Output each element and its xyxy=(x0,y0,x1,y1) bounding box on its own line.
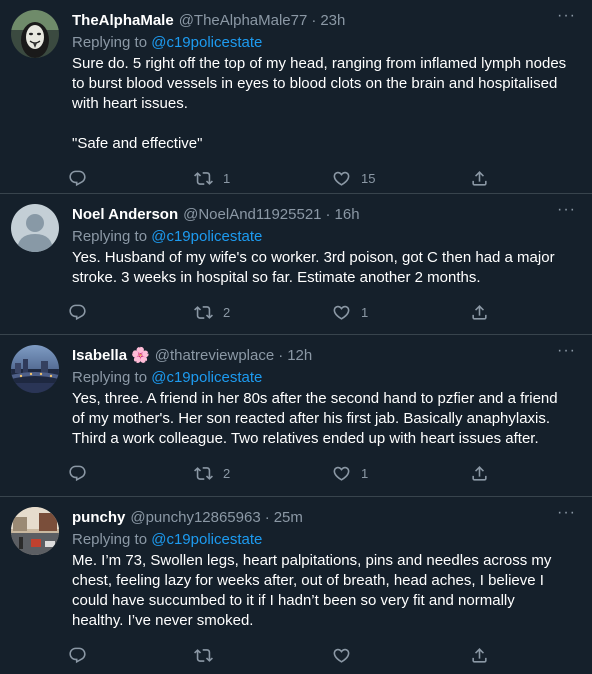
tweet-actions: 2 1 xyxy=(68,455,498,491)
more-options-icon[interactable]: ··· xyxy=(557,343,576,359)
tweet[interactable]: Isabella 🌸 @thatreviewplace · 12h ··· Re… xyxy=(0,335,592,497)
reply-icon xyxy=(69,465,86,481)
retweet-button[interactable]: 2 xyxy=(194,464,332,483)
share-icon xyxy=(472,170,487,186)
more-options-icon[interactable]: ··· xyxy=(557,8,576,24)
tweet-text: Yes. Husband of my wife's co worker. 3rd… xyxy=(72,249,559,286)
more-options-icon[interactable]: ··· xyxy=(557,202,576,218)
share-button[interactable] xyxy=(470,646,498,665)
retweet-count: 2 xyxy=(223,304,231,320)
separator-dot: · xyxy=(264,508,270,526)
more-options-icon[interactable]: ··· xyxy=(557,505,576,521)
share-button[interactable] xyxy=(470,464,498,483)
retweet-icon xyxy=(194,305,213,319)
author-name[interactable]: Noel Anderson xyxy=(72,206,178,223)
like-count: 1 xyxy=(361,465,369,481)
like-count: 1 xyxy=(361,304,369,320)
reply-icon xyxy=(69,647,86,663)
retweet-count: 2 xyxy=(223,465,231,481)
city-night-avatar[interactable] xyxy=(11,345,59,393)
reply-button[interactable] xyxy=(68,169,194,188)
reply-icon xyxy=(69,304,86,320)
replying-to-label: Replying to xyxy=(72,34,152,51)
timestamp[interactable]: 23h xyxy=(320,12,345,29)
share-icon xyxy=(472,647,487,663)
flower-emoji: 🌸 xyxy=(131,347,150,364)
mention-link[interactable]: @c19policestate xyxy=(151,369,262,386)
reply-button[interactable] xyxy=(68,464,194,483)
like-button[interactable]: 1 xyxy=(332,464,470,483)
share-button[interactable] xyxy=(470,303,498,322)
retweet-icon xyxy=(194,171,213,185)
author-handle[interactable]: @punchy12865963 xyxy=(130,509,260,526)
replying-to-label: Replying to xyxy=(72,228,152,245)
heart-icon xyxy=(333,466,350,481)
tweet-text: Sure do. 5 right off the top of my head,… xyxy=(72,55,567,152)
like-count: 15 xyxy=(361,170,376,186)
separator-dot: · xyxy=(311,11,317,29)
replying-to-label: Replying to xyxy=(72,531,152,548)
tweet-text: Yes, three. A friend in her 80s after th… xyxy=(72,390,562,447)
tweet-text: Me. I’m 73, Swollen legs, heart palpitat… xyxy=(72,552,556,629)
author-name[interactable]: Isabella xyxy=(72,347,127,364)
retweet-button[interactable]: 1 xyxy=(194,169,332,188)
reply-icon xyxy=(69,170,86,186)
tweet[interactable]: Noel Anderson @NoelAnd11925521 · 16h ···… xyxy=(0,194,592,335)
share-button[interactable] xyxy=(470,169,498,188)
mention-link[interactable]: @c19policestate xyxy=(151,228,262,245)
tweet-actions: 1 15 xyxy=(68,160,498,196)
heart-icon xyxy=(333,305,350,320)
replying-to: Replying to @c19policestate xyxy=(72,227,576,246)
masked-face-avatar[interactable] xyxy=(11,10,59,58)
tweet[interactable]: TheAlphaMale @TheAlphaMale77 · 23h ··· R… xyxy=(0,0,592,194)
retweet-icon xyxy=(194,648,213,662)
author-handle[interactable]: @TheAlphaMale77 xyxy=(179,12,308,29)
retweet-icon xyxy=(194,466,213,480)
heart-icon xyxy=(333,648,350,663)
reply-button[interactable] xyxy=(68,303,194,322)
street-scene-avatar[interactable] xyxy=(11,507,59,555)
like-button[interactable] xyxy=(332,646,470,665)
author-name[interactable]: TheAlphaMale xyxy=(72,12,174,29)
retweet-count: 1 xyxy=(223,170,231,186)
timestamp[interactable]: 16h xyxy=(335,206,360,223)
replying-to: Replying to @c19policestate xyxy=(72,368,576,387)
separator-dot: · xyxy=(278,346,284,364)
mention-link[interactable]: @c19policestate xyxy=(151,34,262,51)
replying-to-label: Replying to xyxy=(72,369,152,386)
tweet[interactable]: punchy @punchy12865963 · 25m ··· Replyin… xyxy=(0,497,592,674)
like-button[interactable]: 15 xyxy=(332,169,470,188)
retweet-button[interactable] xyxy=(194,646,332,665)
heart-icon xyxy=(333,171,350,186)
share-icon xyxy=(472,465,487,481)
share-icon xyxy=(472,304,487,320)
replying-to: Replying to @c19policestate xyxy=(72,530,576,549)
replying-to: Replying to @c19policestate xyxy=(72,33,576,52)
mention-link[interactable]: @c19policestate xyxy=(151,531,262,548)
author-name[interactable]: punchy xyxy=(72,509,125,526)
separator-dot: · xyxy=(325,205,331,223)
author-handle[interactable]: @NoelAnd11925521 xyxy=(183,206,321,223)
like-button[interactable]: 1 xyxy=(332,303,470,322)
reply-button[interactable] xyxy=(68,646,194,665)
tweet-actions: 2 1 xyxy=(68,294,498,330)
timestamp[interactable]: 12h xyxy=(287,347,312,364)
reply-feed: TheAlphaMale @TheAlphaMale77 · 23h ··· R… xyxy=(0,0,592,674)
author-handle[interactable]: @thatreviewplace xyxy=(155,347,274,364)
timestamp[interactable]: 25m xyxy=(274,509,303,526)
default-person-avatar[interactable] xyxy=(11,204,59,252)
tweet-actions xyxy=(68,637,498,673)
retweet-button[interactable]: 2 xyxy=(194,303,332,322)
